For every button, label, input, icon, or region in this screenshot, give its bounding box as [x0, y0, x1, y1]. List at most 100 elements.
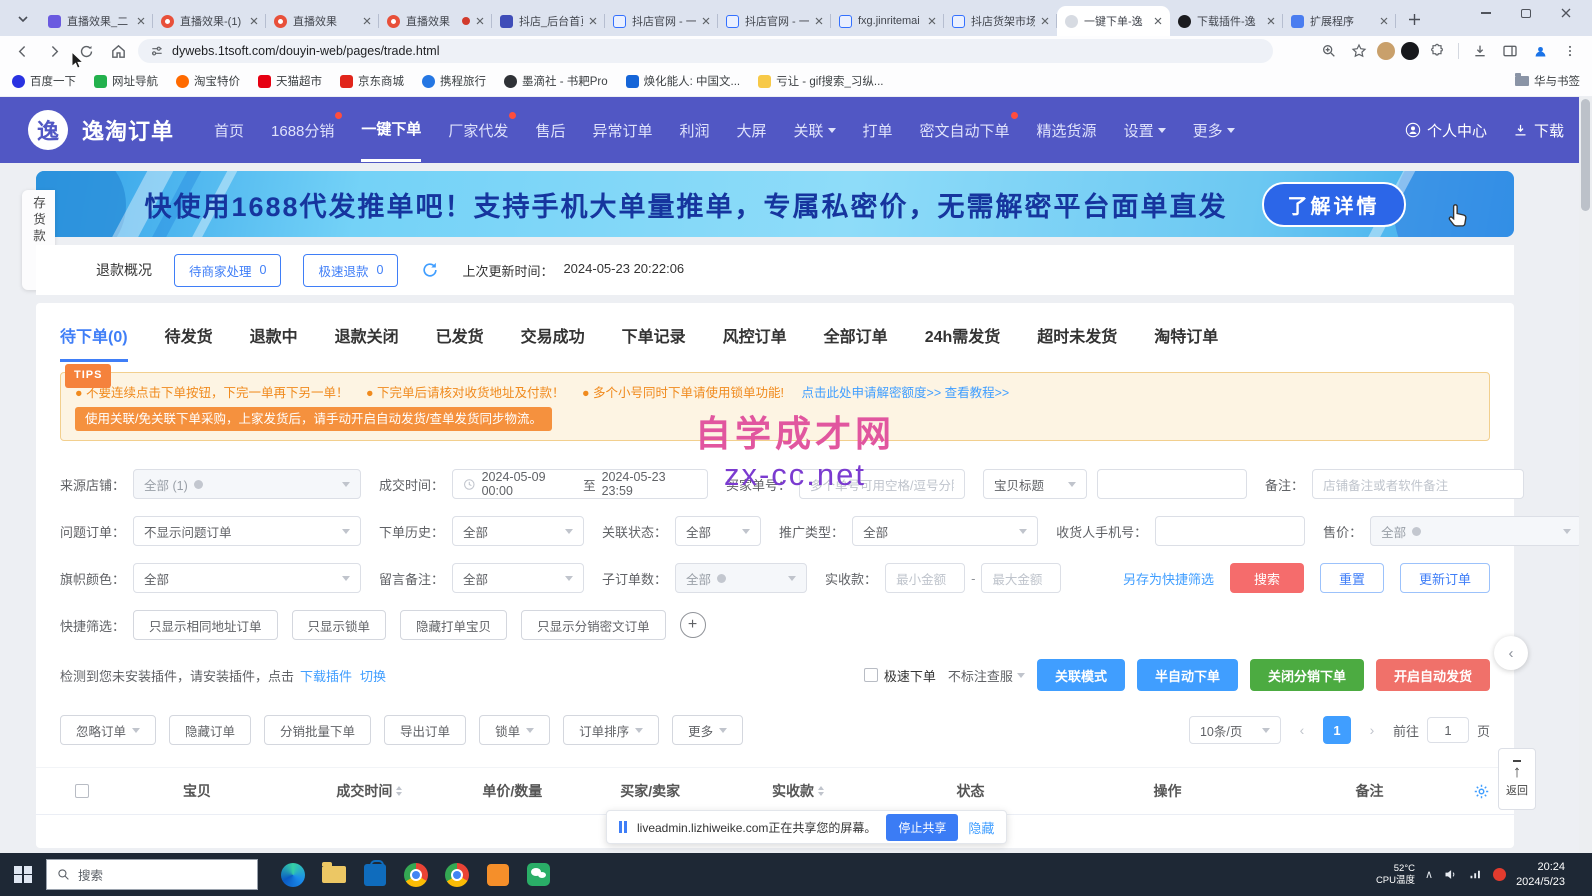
hide-order-button[interactable]: 隐藏订单 [169, 715, 251, 745]
nav-one-click-order[interactable]: 一键下单 [361, 98, 421, 162]
item-title-input[interactable] [1097, 469, 1247, 499]
browser-tab-active[interactable]: 一键下单-逸 [1057, 6, 1170, 36]
tab-close-icon[interactable] [928, 17, 936, 25]
browser-tab[interactable]: 下载插件-逸 [1170, 6, 1283, 36]
nav-print-order[interactable]: 打单 [863, 100, 893, 161]
col-deal-time[interactable]: 成交时间 [291, 781, 449, 801]
nav-more[interactable]: 更多 [1193, 100, 1235, 161]
browser-tab[interactable]: 抖店_后台首页 [492, 6, 605, 36]
taskbar-search-input[interactable]: 搜索 [46, 859, 258, 890]
enable-auto-ship-button[interactable]: 开启自动发货 [1376, 659, 1490, 691]
start-button[interactable] [0, 853, 46, 896]
col-paid-amount[interactable]: 实收款 [724, 781, 872, 801]
promo-banner[interactable]: 快使用1688代发推单吧！支持手机大单量推单，专属私密价，无需解密平台面单直发 … [36, 171, 1514, 237]
tab-close-icon[interactable] [589, 17, 597, 25]
tab-close-icon[interactable] [1154, 17, 1162, 25]
source-shop-select[interactable]: 全部 (1) [133, 469, 361, 499]
new-tab-button[interactable] [1402, 7, 1426, 31]
close-distribution-order-button[interactable]: 关闭分销下单 [1250, 659, 1364, 691]
reload-icon[interactable] [74, 39, 98, 63]
reset-button[interactable]: 重置 [1320, 563, 1384, 593]
order-history-select[interactable]: 全部 [452, 516, 584, 546]
export-orders-button[interactable]: 导出订单 [384, 715, 466, 745]
browser-tab[interactable]: 直播效果 [379, 6, 492, 36]
browser-tab[interactable]: fxg.jinritemai [831, 6, 944, 36]
tab-close-icon[interactable] [702, 17, 710, 25]
banner-detail-button[interactable]: 了解详情 [1262, 182, 1406, 227]
tab-close-icon[interactable] [815, 17, 823, 25]
tab-close-icon[interactable] [363, 17, 371, 25]
bookmark-item[interactable]: 网址导航 [94, 73, 158, 89]
receiver-phone-input[interactable] [1155, 516, 1305, 546]
save-quick-filter-link[interactable]: 另存为快捷筛选 [1123, 569, 1214, 588]
back-to-top-widget[interactable]: ↑ 返回 [1498, 748, 1536, 810]
stop-sharing-button[interactable]: 停止共享 [886, 814, 958, 841]
more-button[interactable]: 更多 [672, 715, 743, 745]
maximize-button[interactable] [1506, 0, 1546, 26]
tab-overdue-ship[interactable]: 超时未发货 [1037, 323, 1117, 362]
order-sort-button[interactable]: 订单排序 [563, 715, 659, 745]
problem-order-select[interactable]: 不显示问题订单 [133, 516, 361, 546]
quick-filter-hide-printed[interactable]: 隐藏打单宝贝 [400, 610, 507, 640]
extension-dark-icon[interactable] [1401, 42, 1419, 60]
nav-profit[interactable]: 利润 [679, 100, 709, 161]
browser-tab[interactable]: 直播效果 [266, 6, 379, 36]
download-plugin-link[interactable]: 下载插件 [300, 666, 352, 685]
edge-icon[interactable] [272, 853, 313, 896]
bookmark-item[interactable]: 亏让 - gif搜索_习纵... [758, 73, 883, 89]
amount-min-input[interactable]: 最小金额 [885, 563, 965, 593]
nav-factory-dropship[interactable]: 厂家代发 [448, 100, 508, 161]
chrome-icon[interactable] [395, 853, 436, 896]
fast-refund-pill[interactable]: 极速退款0 [303, 254, 398, 287]
nav-relation[interactable]: 关联 [794, 100, 836, 161]
price-select[interactable]: 全部 [1370, 516, 1582, 546]
express-order-checkbox[interactable]: 极速下单 [864, 666, 936, 685]
refresh-icon[interactable] [420, 260, 440, 280]
next-page-icon[interactable]: › [1359, 717, 1385, 743]
tray-red-app-icon[interactable] [1493, 868, 1506, 881]
message-note-select[interactable]: 全部 [452, 563, 584, 593]
tab-order-history[interactable]: 下单记录 [622, 323, 686, 362]
browser-tab[interactable]: 直播效果_二 [40, 6, 153, 36]
extension-pet-icon[interactable] [1377, 42, 1395, 60]
tab-close-icon[interactable] [137, 17, 145, 25]
buyer-order-no-input[interactable]: 多个单号可用空格/逗号分隔 [799, 469, 965, 499]
bookmark-item[interactable]: 焕化能人: 中国文... [626, 73, 740, 89]
hide-share-bar-link[interactable]: 隐藏 [968, 818, 994, 837]
quick-filter-cipher-orders[interactable]: 只显示分销密文订单 [521, 610, 666, 640]
search-button[interactable]: 搜索 [1230, 563, 1304, 593]
volume-icon[interactable] [1443, 867, 1458, 882]
deal-time-range-input[interactable]: 2024-05-09 00:00至2024-05-23 23:59 [452, 469, 708, 499]
menu-kebab-icon[interactable] [1558, 39, 1582, 63]
nav-1688-distribution[interactable]: 1688分销 [271, 100, 334, 161]
tab-refund-closed[interactable]: 退款关闭 [335, 323, 399, 362]
nav-cipher-auto-order[interactable]: 密文自动下单 [920, 100, 1010, 161]
tab-close-icon[interactable] [476, 17, 484, 25]
tab-search-icon[interactable] [10, 6, 36, 32]
update-orders-button[interactable]: 更新订单 [1400, 563, 1490, 593]
nav-abnormal-orders[interactable]: 异常订单 [592, 100, 652, 161]
chrome-icon-2[interactable] [436, 853, 477, 896]
browser-tab[interactable]: 抖店官网 - 一 [718, 6, 831, 36]
bookmark-item[interactable]: 京东商城 [340, 73, 404, 89]
tab-pending-order[interactable]: 待下单(0) [60, 323, 128, 362]
promo-type-select[interactable]: 全部 [852, 516, 1038, 546]
zoom-icon[interactable] [1317, 39, 1341, 63]
tab-close-icon[interactable] [1041, 17, 1049, 25]
side-panel-icon[interactable] [1498, 39, 1522, 63]
bookmark-folder[interactable]: 华与书签 [1515, 73, 1580, 89]
tab-close-icon[interactable] [250, 17, 258, 25]
microsoft-store-icon[interactable] [354, 853, 395, 896]
tab-all-orders[interactable]: 全部订单 [824, 323, 888, 362]
bookmark-item[interactable]: 百度一下 [12, 73, 76, 89]
tab-shipped[interactable]: 已发货 [436, 323, 484, 362]
browser-tab[interactable]: 抖店货架市场 [944, 6, 1057, 36]
scrollbar-thumb[interactable] [1581, 99, 1590, 211]
pending-merchant-pill[interactable]: 待商家处理0 [174, 254, 281, 287]
current-page[interactable]: 1 [1323, 716, 1351, 744]
nav-after-sale[interactable]: 售后 [535, 100, 565, 161]
service-mark-select[interactable]: 不标注查服 [948, 666, 1025, 685]
apply-decrypt-link[interactable]: 点击此处申请解密额度>> [802, 386, 942, 400]
browser-tab[interactable]: 抖店官网 - 一 [605, 6, 718, 36]
site-info-icon[interactable] [150, 44, 164, 58]
